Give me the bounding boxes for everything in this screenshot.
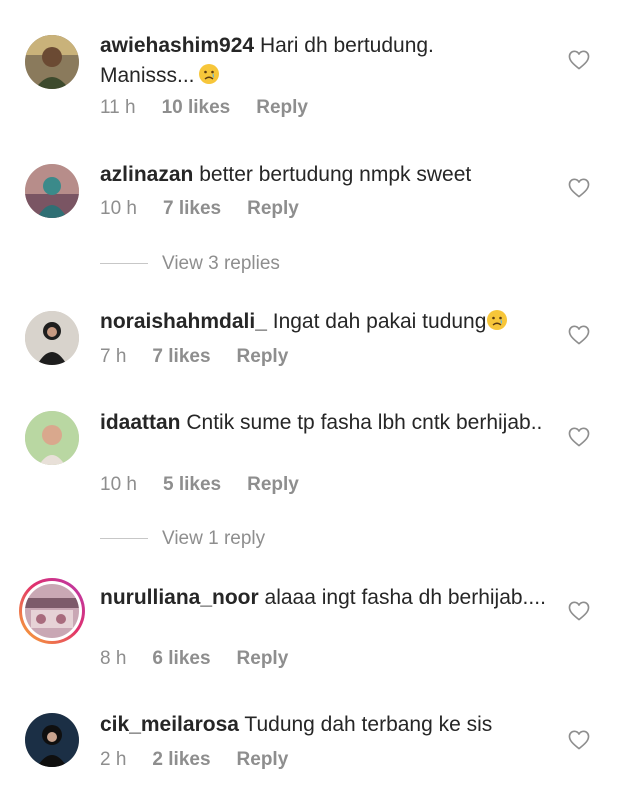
comment-username[interactable]: nurulliana_noor <box>100 586 259 609</box>
comment-meta: 11 h 10 likes Reply <box>100 97 334 119</box>
replies-divider <box>100 263 148 265</box>
avatar-photo <box>25 164 79 218</box>
comment-username[interactable]: noraishahmdali_ <box>100 310 267 333</box>
heart-outline-icon[interactable] <box>568 325 590 345</box>
comment-meta: 7 h 7 likes Reply <box>100 346 314 368</box>
comment-body: better bertudung nmpk sweet <box>199 163 472 186</box>
comment-username[interactable]: azlinazan <box>100 163 193 186</box>
comment-body: Ingat dah pakai tudung <box>272 310 487 333</box>
heart-outline-icon[interactable] <box>568 601 590 621</box>
comment-text: cik_meilarosa Tudung dah terbang ke sis <box>100 710 550 740</box>
comment-time: 7 h <box>100 346 127 367</box>
comment-time: 2 h <box>100 749 127 770</box>
reply-button[interactable]: Reply <box>256 97 308 118</box>
comment-username[interactable]: idaattan <box>100 411 181 434</box>
avatar[interactable] <box>25 164 79 218</box>
comment-username[interactable]: awiehashim924 <box>100 34 254 57</box>
comment-meta: 10 h 5 likes Reply <box>100 474 325 496</box>
avatar[interactable] <box>25 411 79 465</box>
comment-likes[interactable]: 7 likes <box>152 346 210 367</box>
replies-divider <box>100 538 148 540</box>
comment-text: nurulliana_noor alaaa ingt fasha dh berh… <box>100 583 550 613</box>
comment-body: Cntik sume tp fasha lbh cntk berhijab.. <box>186 411 543 434</box>
view-replies-button[interactable]: View 3 replies <box>100 253 280 277</box>
comment-likes[interactable]: 7 likes <box>163 198 221 219</box>
comment-text: awiehashim924 Hari dh bertudung. Manisss… <box>100 31 550 91</box>
comment-likes[interactable]: 2 likes <box>152 749 210 770</box>
avatar[interactable] <box>25 713 79 767</box>
comment-text: azlinazan better bertudung nmpk sweet <box>100 160 550 190</box>
view-replies-label: View 1 reply <box>162 528 266 549</box>
avatar[interactable] <box>19 578 85 644</box>
reply-button[interactable]: Reply <box>237 346 289 367</box>
avatar-photo <box>25 713 79 767</box>
comment-username[interactable]: cik_meilarosa <box>100 713 239 736</box>
avatar[interactable] <box>25 35 79 89</box>
comment-time: 10 h <box>100 198 137 219</box>
view-replies-button[interactable]: View 1 reply <box>100 528 265 552</box>
comment-meta: 2 h 2 likes Reply <box>100 749 314 771</box>
reply-button[interactable]: Reply <box>237 749 289 770</box>
avatar-photo <box>25 311 79 365</box>
sad-face-emoji <box>198 63 220 85</box>
comment-likes[interactable]: 6 likes <box>152 648 210 669</box>
comment-likes[interactable]: 5 likes <box>163 474 221 495</box>
avatar[interactable] <box>25 311 79 365</box>
comment-text: noraishahmdali_ Ingat dah pakai tudung <box>100 307 550 337</box>
heart-outline-icon[interactable] <box>568 178 590 198</box>
sad-face-emoji <box>486 309 508 331</box>
comment-time: 11 h <box>100 97 136 118</box>
reply-button[interactable]: Reply <box>237 648 289 669</box>
view-replies-label: View 3 replies <box>162 253 280 274</box>
heart-outline-icon[interactable] <box>568 730 590 750</box>
comment-time: 8 h <box>100 648 127 669</box>
avatar-photo <box>25 411 79 465</box>
avatar-photo <box>25 35 79 89</box>
comment-body: alaaa ingt fasha dh berhijab.... <box>264 586 546 609</box>
comment-text: idaattan Cntik sume tp fasha lbh cntk be… <box>100 408 550 438</box>
comment-body: Tudung dah terbang ke sis <box>244 713 493 736</box>
comment-meta: 10 h 7 likes Reply <box>100 198 325 220</box>
reply-button[interactable]: Reply <box>247 198 299 219</box>
avatar-photo <box>25 584 79 638</box>
comment-likes[interactable]: 10 likes <box>162 97 231 118</box>
heart-outline-icon[interactable] <box>568 427 590 447</box>
comment-time: 10 h <box>100 474 137 495</box>
heart-outline-icon[interactable] <box>568 50 590 70</box>
reply-button[interactable]: Reply <box>247 474 299 495</box>
comment-meta: 8 h 6 likes Reply <box>100 648 314 670</box>
